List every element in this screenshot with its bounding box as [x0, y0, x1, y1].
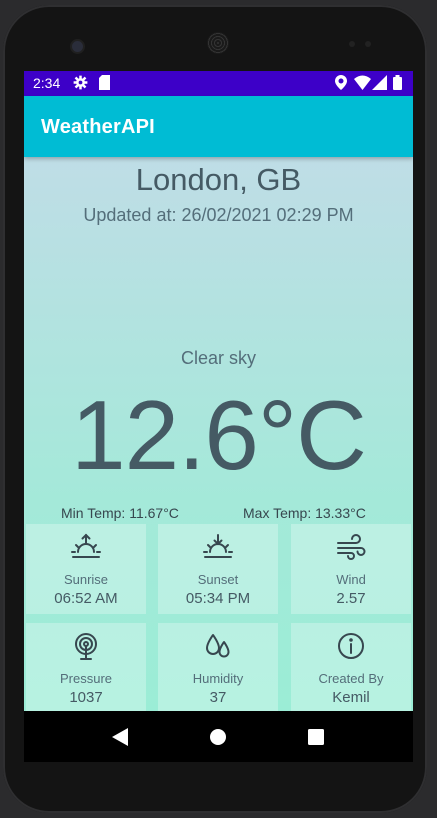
navigation-bar — [24, 711, 413, 762]
detail-value: 06:52 AM — [54, 590, 118, 607]
app-bar: WeatherAPI — [24, 96, 413, 157]
phone-frame: 2:34 WeatherAPI London, GB Updated at: 2… — [3, 5, 427, 813]
status-time: 2:34 — [33, 75, 61, 91]
max-temp-label: Max Temp: 13.33°C — [243, 505, 366, 521]
battery-icon — [393, 75, 402, 93]
humidity-icon — [158, 631, 278, 666]
location-icon — [335, 75, 347, 93]
sd-card-icon — [98, 75, 111, 93]
detail-created-by: Created By Kemil — [291, 623, 411, 713]
temperature-label: 12.6°C — [71, 380, 367, 490]
gear-icon — [73, 75, 88, 93]
proximity-sensor — [349, 41, 355, 47]
recents-icon[interactable] — [307, 727, 325, 752]
light-sensor — [365, 41, 371, 47]
detail-humidity: Humidity 37 — [158, 623, 278, 713]
signal-icon — [372, 75, 387, 93]
detail-sunrise: Sunrise 06:52 AM — [26, 524, 146, 614]
front-camera — [70, 39, 85, 54]
location-label: London, GB — [135, 162, 302, 197]
detail-label: Sunrise — [63, 572, 109, 587]
min-temp-label: Min Temp: 11.67°C — [61, 505, 179, 521]
updated-at-label: Updated at: 26/02/2021 02:29 PM — [83, 205, 354, 225]
detail-label: Wind — [336, 572, 366, 587]
detail-label: Sunset — [197, 572, 239, 587]
device-screen: 2:34 WeatherAPI London, GB Updated at: 2… — [24, 71, 413, 762]
wifi-icon — [354, 75, 371, 93]
detail-label: Created By — [318, 671, 384, 686]
detail-sunset: Sunset 05:34 PM — [158, 524, 278, 614]
info-icon — [291, 631, 411, 666]
sunset-icon — [158, 532, 278, 567]
detail-value: 37 — [209, 689, 227, 706]
detail-label: Humidity — [192, 671, 244, 686]
detail-value: Kemil — [332, 689, 370, 706]
detail-value: 1037 — [69, 689, 103, 706]
speaker-grille — [207, 32, 229, 54]
condition-label: Clear sky — [180, 348, 256, 368]
detail-pressure: Pressure 1037 — [26, 623, 146, 713]
detail-value: 2.57 — [336, 590, 366, 607]
sunrise-icon — [26, 532, 146, 567]
wind-icon — [291, 532, 411, 567]
home-icon[interactable] — [209, 727, 227, 752]
detail-label: Pressure — [59, 671, 113, 686]
app-title: WeatherAPI — [41, 116, 155, 138]
detail-value: 05:34 PM — [185, 590, 251, 607]
status-bar: 2:34 — [24, 71, 413, 96]
weather-content: London, GB Updated at: 26/02/2021 02:29 … — [24, 157, 413, 713]
detail-wind: Wind 2.57 — [291, 524, 411, 614]
pressure-icon — [26, 631, 146, 666]
back-icon[interactable] — [111, 727, 129, 752]
